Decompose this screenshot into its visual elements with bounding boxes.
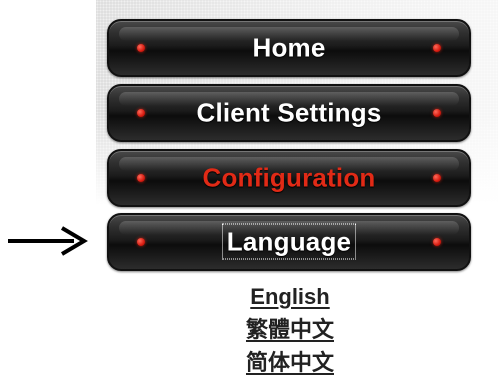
- nav-button-client-settings[interactable]: Client Settings: [107, 84, 471, 142]
- red-dot-icon: [433, 44, 441, 52]
- nav-button-label: Client Settings: [196, 97, 382, 128]
- nav-button-label: Language: [109, 223, 469, 260]
- language-list: English 繁體中文 简体中文: [200, 280, 380, 379]
- nav-button-home[interactable]: Home: [107, 19, 471, 77]
- language-link-traditional-chinese[interactable]: 繁體中文: [200, 313, 380, 346]
- right-arrow-icon: [8, 226, 88, 256]
- nav-button-label: Home: [252, 32, 326, 63]
- red-dot-icon: [433, 174, 441, 182]
- nav-button-language[interactable]: Language: [107, 213, 471, 271]
- red-dot-icon: [433, 238, 441, 246]
- nav-button-label-text: Language: [221, 223, 357, 260]
- language-link-simplified-chinese[interactable]: 简体中文: [200, 346, 380, 379]
- red-dot-icon: [433, 109, 441, 117]
- nav-button-label: Configuration: [202, 162, 376, 193]
- language-link-english[interactable]: English: [200, 280, 380, 313]
- nav-button-configuration[interactable]: Configuration: [107, 149, 471, 207]
